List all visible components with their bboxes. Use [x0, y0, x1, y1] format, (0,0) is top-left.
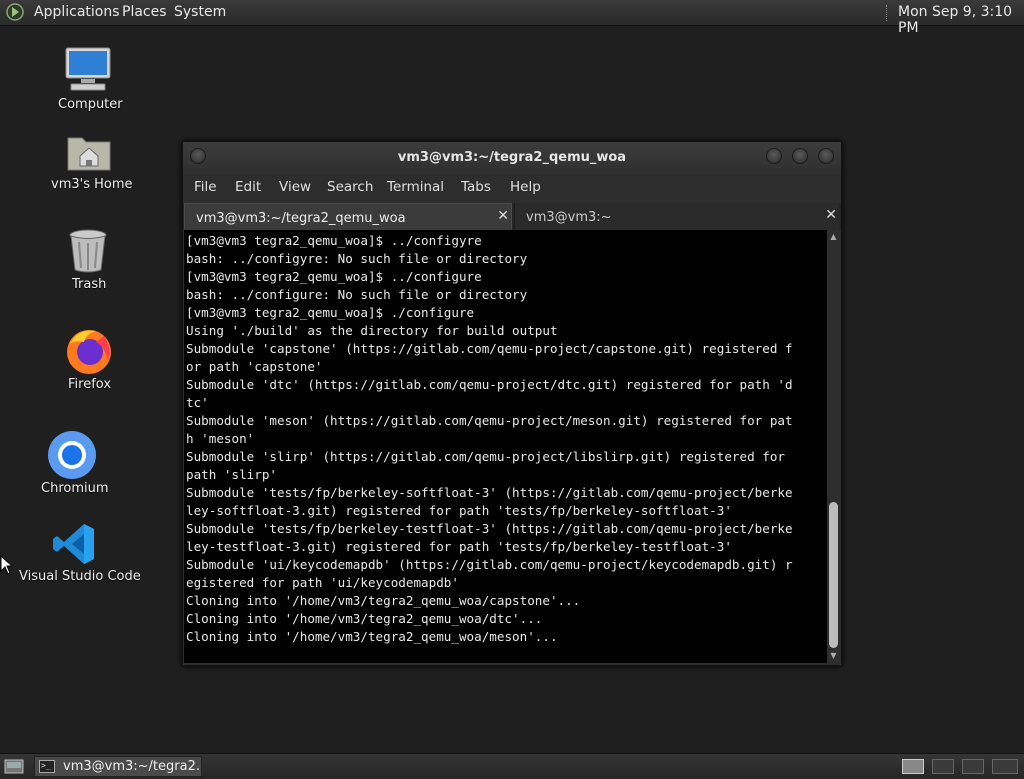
desktop-icon-firefox[interactable]: Firefox	[62, 326, 118, 394]
tab-label: vm3@vm3:~	[526, 210, 612, 225]
workspace-2[interactable]	[932, 759, 954, 774]
taskbar-button-label: vm3@vm3:~/tegra2...	[63, 759, 202, 774]
tab-tegra2[interactable]: vm3@vm3:~/tegra2_qemu_woa ✕	[184, 203, 512, 230]
desktop-icon-vscode[interactable]: Visual Studio Code	[18, 520, 141, 586]
applications-menu[interactable]: Applications	[34, 4, 120, 20]
close-button[interactable]	[818, 148, 834, 164]
scroll-down-arrow-icon[interactable]: ▼	[827, 650, 840, 662]
tab-bar: vm3@vm3:~/tegra2_qemu_woa ✕ vm3@vm3:~ ✕	[183, 203, 841, 230]
firefox-icon	[67, 330, 111, 374]
tab-home[interactable]: vm3@vm3:~ ✕	[514, 203, 839, 230]
mouse-cursor-icon	[0, 555, 12, 575]
desktop-icon-label: Visual Studio Code	[19, 569, 141, 584]
clock[interactable]: Mon Sep 9, 3:10 PM	[898, 4, 1024, 36]
taskbar-terminal-button[interactable]: >_ vm3@vm3:~/tegra2...	[34, 756, 202, 777]
desktop-icon-label: Trash	[72, 277, 107, 292]
terminal-window[interactable]: vm3@vm3:~/tegra2_qemu_woa File Edit View…	[182, 141, 842, 666]
desktop-icon-label: Chromium	[41, 481, 109, 496]
menu-search[interactable]: Search	[327, 179, 373, 195]
trash-icon	[69, 229, 107, 273]
menu-tabs[interactable]: Tabs	[461, 179, 491, 195]
home-folder-icon	[67, 137, 111, 171]
desktop-icon-label: vm3's Home	[51, 177, 133, 192]
workspace-4[interactable]	[992, 759, 1018, 774]
menu-file[interactable]: File	[194, 179, 217, 195]
terminal-icon: >_	[39, 760, 55, 773]
minimize-button[interactable]	[766, 148, 782, 164]
scrollbar-thumb[interactable]	[829, 502, 838, 648]
bottom-panel: >_ vm3@vm3:~/tegra2...	[0, 753, 1024, 779]
menu-terminal[interactable]: Terminal	[387, 179, 444, 195]
system-menu[interactable]: System	[174, 4, 226, 20]
desktop-icon-trash[interactable]: Trash	[60, 228, 116, 294]
maximize-button[interactable]	[792, 148, 808, 164]
places-menu[interactable]: Places	[122, 4, 167, 20]
menu-edit[interactable]: Edit	[235, 179, 261, 195]
chromium-icon	[48, 431, 96, 479]
menu-help[interactable]: Help	[510, 179, 541, 195]
desktop-icon-chromium[interactable]: Chromium	[40, 430, 109, 498]
terminal-menubar: File Edit View Search Terminal Tabs Help	[183, 174, 841, 202]
close-tab-icon[interactable]: ✕	[497, 208, 509, 224]
terminal-scrollbar[interactable]: ▲ ▼	[827, 230, 840, 663]
show-desktop-icon[interactable]	[4, 757, 24, 775]
tab-label: vm3@vm3:~/tegra2_qemu_woa	[196, 211, 406, 226]
window-titlebar[interactable]: vm3@vm3:~/tegra2_qemu_woa	[183, 142, 841, 174]
window-title: vm3@vm3:~/tegra2_qemu_woa	[397, 150, 627, 165]
desktop-icon-computer[interactable]: Computer	[58, 44, 123, 114]
panel-separator	[886, 5, 890, 21]
close-tab-icon[interactable]: ✕	[825, 207, 837, 223]
desktop-icon-label: Computer	[58, 97, 123, 112]
scroll-up-arrow-icon[interactable]: ▲	[827, 231, 840, 243]
vscode-icon	[53, 524, 94, 564]
terminal-output[interactable]: [vm3@vm3 tegra2_qemu_woa]$ ../configyre …	[184, 230, 827, 663]
workspace-1[interactable]	[902, 759, 924, 774]
distro-logo-icon[interactable]	[6, 3, 24, 21]
computer-icon	[65, 47, 111, 91]
menu-view[interactable]: View	[279, 179, 311, 195]
desktop-icon-label: Firefox	[68, 377, 112, 392]
workspace-3[interactable]	[962, 759, 984, 774]
top-panel: Applications Places System Mon Sep 9, 3:…	[0, 0, 1024, 36]
desktop-icon-home[interactable]: vm3's Home	[50, 128, 133, 194]
